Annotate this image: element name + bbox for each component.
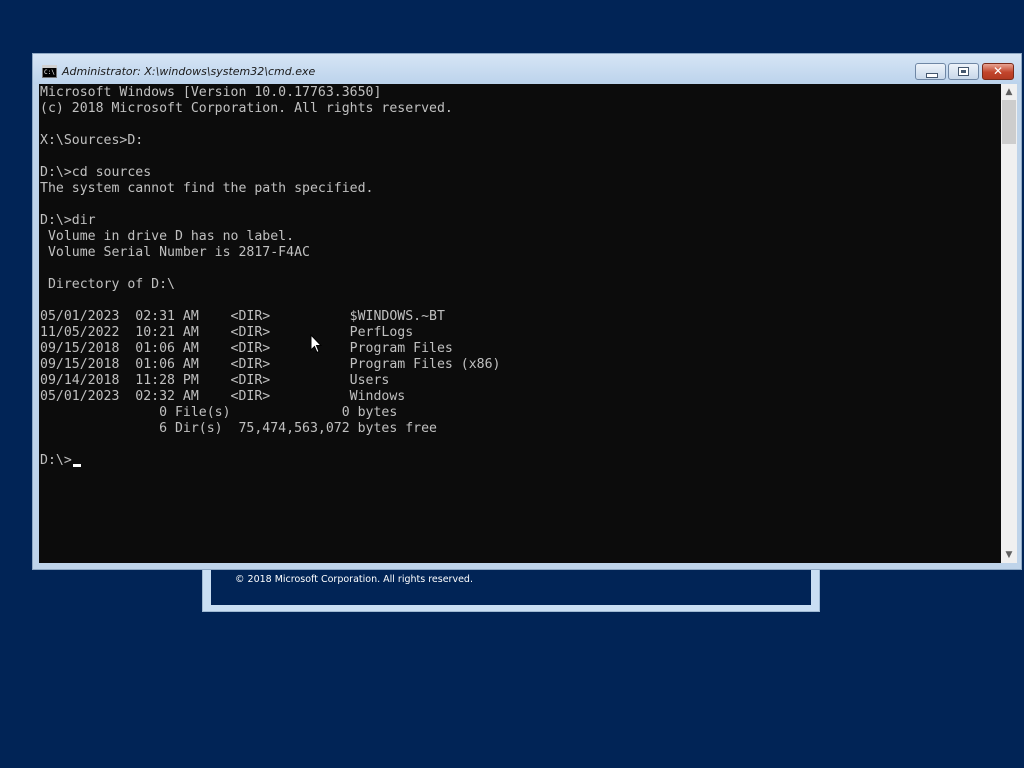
console-output[interactable]: Microsoft Windows [Version 10.0.17763.36… — [39, 84, 1001, 563]
console-prompt-line: D:\> — [40, 453, 81, 469]
console-line: 09/15/2018 01:06 AM <DIR> Program Files … — [40, 357, 501, 372]
console-line: 09/14/2018 11:28 PM <DIR> Users — [40, 373, 390, 388]
cmd-app-icon[interactable]: C:\ — [42, 65, 57, 78]
console-line: X:\Sources>D: — [40, 133, 144, 148]
console-line: (c) 2018 Microsoft Corporation. All righ… — [40, 101, 453, 116]
console-line: 09/15/2018 01:06 AM <DIR> Program Files — [40, 341, 453, 356]
console-line: 0 File(s) 0 bytes — [40, 405, 398, 420]
close-button[interactable]: ✕ — [982, 63, 1014, 80]
console-line: 6 Dir(s) 75,474,563,072 bytes free — [40, 421, 437, 436]
console-line: 05/01/2023 02:32 AM <DIR> Windows — [40, 389, 406, 404]
scroll-thumb[interactable] — [1002, 100, 1016, 144]
scroll-down-arrow-icon[interactable]: ▼ — [1001, 547, 1017, 563]
minimize-button[interactable] — [915, 63, 946, 80]
setup-copyright-text: © 2018 Microsoft Corporation. All rights… — [235, 574, 473, 585]
window-title: Administrator: X:\windows\system32\cmd.e… — [62, 65, 316, 78]
console-line: 11/05/2022 10:21 AM <DIR> PerfLogs — [40, 325, 414, 340]
maximize-icon — [958, 67, 969, 76]
cmd-icon-label: C:\ — [44, 69, 55, 76]
console-line: D:\>dir — [40, 213, 96, 228]
console-line: D:\>cd sources — [40, 165, 152, 180]
console-line: The system cannot find the path specifie… — [40, 181, 374, 196]
cmd-window[interactable]: C:\ Administrator: X:\windows\system32\c… — [32, 53, 1022, 570]
text-cursor — [72, 464, 81, 467]
minimize-icon — [926, 73, 938, 78]
console-line: Microsoft Windows [Version 10.0.17763.36… — [40, 85, 382, 100]
title-bar[interactable]: C:\ Administrator: X:\windows\system32\c… — [33, 54, 1021, 84]
close-icon: ✕ — [992, 64, 1004, 78]
console-line: Volume in drive D has no label. — [40, 229, 295, 244]
console-line: 05/01/2023 02:31 AM <DIR> $WINDOWS.~BT — [40, 309, 445, 324]
console-line: Volume Serial Number is 2817-F4AC — [40, 245, 310, 260]
mouse-pointer-icon — [310, 334, 322, 354]
scroll-up-arrow-icon[interactable]: ▲ — [1001, 84, 1017, 100]
vertical-scrollbar[interactable]: ▲ ▼ — [1001, 84, 1017, 563]
console-line: Directory of D:\ — [40, 277, 175, 292]
maximize-button[interactable] — [948, 63, 979, 80]
